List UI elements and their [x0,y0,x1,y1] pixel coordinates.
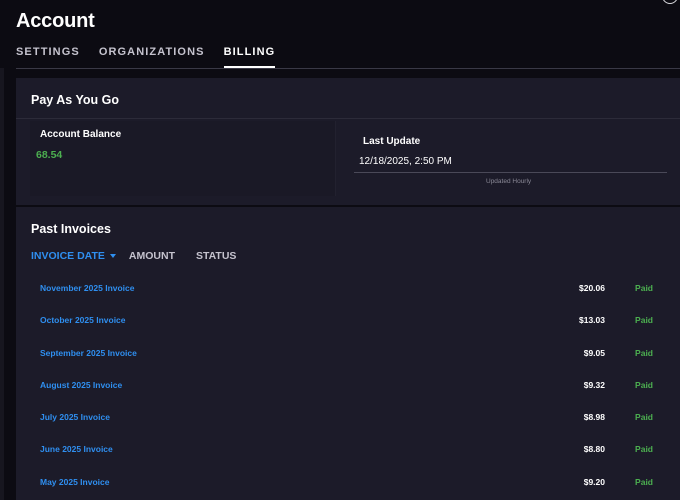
account-balance-label: Account Balance [40,129,122,140]
sort-status[interactable]: STATUS [196,250,236,262]
past-invoices-title: Past Invoices [31,222,111,236]
invoice-row: October 2025 Invoice $13.03 Paid [16,306,680,338]
invoice-link[interactable]: May 2025 Invoice [40,477,109,487]
tab-organizations[interactable]: ORGANIZATIONS [99,44,205,68]
invoice-link[interactable]: November 2025 Invoice [40,283,135,293]
invoice-amount: $9.32 [583,379,605,390]
pay-as-you-go-panel: Pay As You Go Account Balance 68.54 Last… [16,78,680,205]
invoice-amount: $9.05 [583,347,605,358]
pay-as-you-go-title: Pay As You Go [31,93,119,107]
last-update-value: 12/18/2025, 2:50 PM [359,156,452,167]
help-icon[interactable] [662,0,678,4]
invoice-row: May 2025 Invoice $9.20 Paid [16,468,680,500]
page-title: Account [16,10,95,32]
invoice-amount: $8.98 [583,412,605,423]
tab-settings[interactable]: SETTINGS [16,44,80,68]
sort-invoice-date-label: INVOICE DATE [31,250,105,262]
invoice-list: November 2025 Invoice $20.06 Paid Octobe… [16,274,680,500]
tab-billing[interactable]: BILLING [223,44,276,68]
invoice-row: August 2025 Invoice $9.32 Paid [16,371,680,403]
tab-bar: SETTINGS ORGANIZATIONS BILLING [16,44,294,68]
invoice-sort-bar: INVOICE DATE AMOUNT STATUS [31,250,257,262]
invoice-status: Paid [635,283,653,293]
sort-invoice-date[interactable]: INVOICE DATE [31,250,116,262]
invoice-amount: $9.20 [583,476,605,487]
invoice-row: June 2025 Invoice $8.80 Paid [16,435,680,467]
invoice-status: Paid [635,412,653,423]
invoice-row: July 2025 Invoice $8.98 Paid [16,403,680,435]
invoice-status: Paid [635,379,653,390]
invoice-status: Paid [635,444,653,455]
invoice-status: Paid [635,476,653,487]
invoice-row: September 2025 Invoice $9.05 Paid [16,339,680,371]
update-frequency-hint: Updated Hourly [486,178,532,185]
caret-down-icon [109,254,116,258]
invoice-amount: $20.06 [579,283,605,293]
invoice-amount: $8.80 [583,444,605,455]
sort-amount[interactable]: AMOUNT [129,250,175,262]
invoice-status: Paid [635,315,653,326]
past-invoices-panel: Past Invoices INVOICE DATE AMOUNT STATUS… [16,207,680,500]
invoice-link[interactable]: August 2025 Invoice [40,380,122,390]
left-rail [0,68,4,500]
invoice-row: November 2025 Invoice $20.06 Paid [16,274,680,306]
invoice-link[interactable]: September 2025 Invoice [40,348,137,358]
invoice-link[interactable]: June 2025 Invoice [40,444,113,454]
invoice-status: Paid [635,347,653,358]
account-balance-card: Account Balance 68.54 [30,121,336,196]
last-update-label: Last Update [363,136,421,147]
account-balance-value: 68.54 [36,149,63,161]
invoice-amount: $13.03 [579,315,605,326]
last-update-underline [354,172,667,173]
panel-divider [16,118,680,119]
invoice-link[interactable]: October 2025 Invoice [40,315,126,325]
tabs-divider [16,68,680,69]
invoice-link[interactable]: July 2025 Invoice [40,412,110,422]
